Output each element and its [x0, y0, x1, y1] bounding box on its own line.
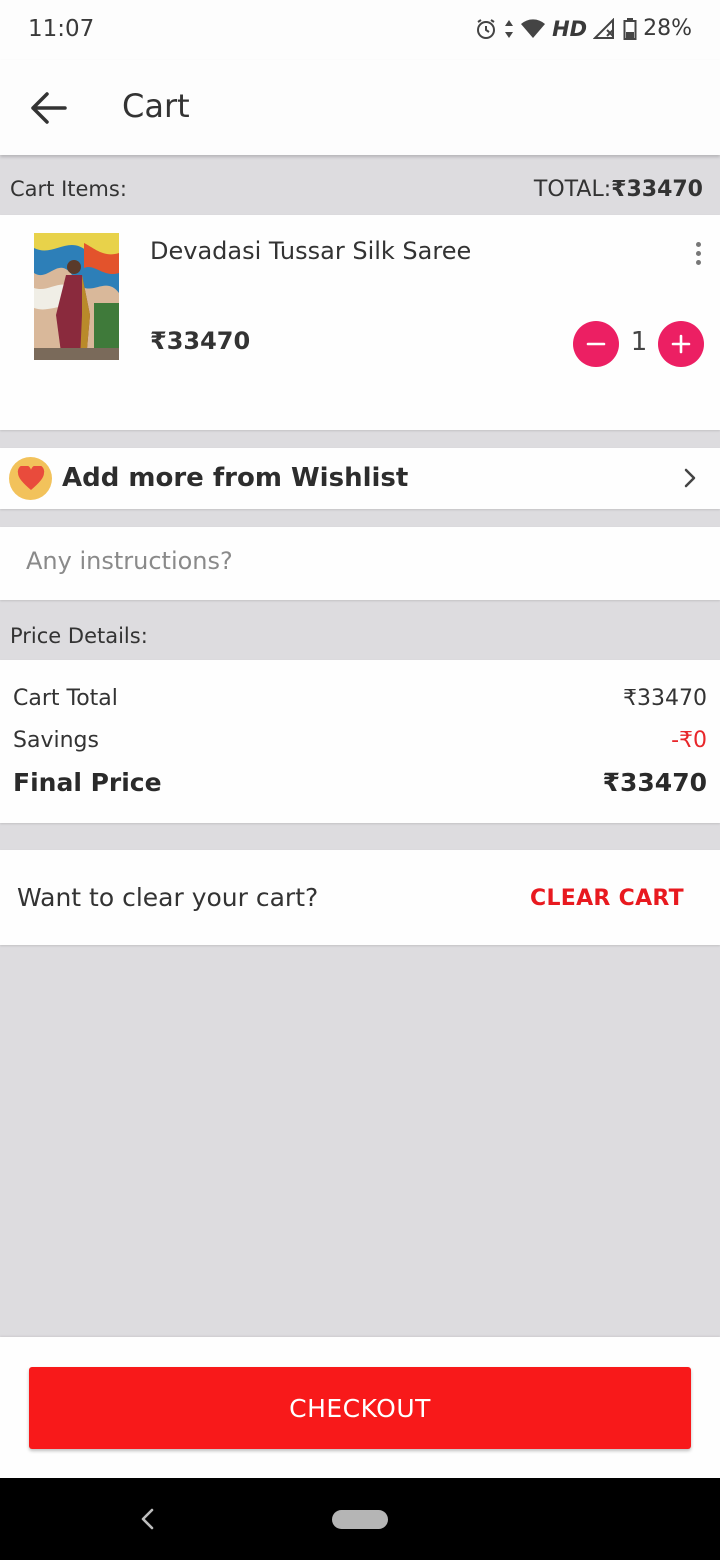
increase-quantity-button[interactable]	[658, 321, 704, 367]
price-details-label: Price Details:	[10, 624, 148, 648]
status-bar: 11:07 HD 28%	[0, 0, 720, 60]
cart-total-value: ₹33470	[623, 686, 707, 711]
back-button[interactable]	[22, 82, 74, 134]
page-title: Cart	[122, 87, 190, 125]
cart-total-label: Cart Total	[13, 686, 118, 711]
app-bar: Cart	[0, 60, 720, 155]
product-name[interactable]: Devadasi Tussar Silk Saree	[150, 237, 471, 265]
chevron-right-icon	[684, 468, 696, 488]
wishlist-label: Add more from Wishlist	[62, 463, 409, 493]
data-arrows-icon	[505, 19, 514, 38]
network-type: HD	[552, 16, 588, 41]
cart-items-header: Cart Items: TOTAL:₹33470	[0, 170, 720, 208]
quantity-value: 1	[630, 327, 648, 357]
cart-items-label: Cart Items:	[10, 177, 127, 201]
wifi-icon	[521, 18, 546, 38]
product-image[interactable]	[34, 233, 119, 360]
price-details-card: Cart Total ₹33470 Savings -₹0 Final Pric…	[0, 660, 720, 823]
instructions-input[interactable]	[26, 547, 686, 575]
savings-value: -₹0	[671, 728, 707, 753]
total-prefix: TOTAL:	[533, 176, 612, 202]
plus-icon	[671, 334, 691, 354]
savings-label: Savings	[13, 728, 99, 753]
nav-back-icon[interactable]	[133, 1504, 163, 1534]
clear-cart-card: Want to clear your cart? CLEAR CART	[0, 850, 720, 945]
decrease-quantity-button[interactable]	[573, 321, 619, 367]
more-options-icon[interactable]	[686, 237, 710, 269]
minus-icon	[586, 342, 606, 346]
checkout-button[interactable]: CHECKOUT	[29, 1367, 691, 1449]
clear-cart-prompt: Want to clear your cart?	[17, 883, 319, 912]
final-price-value: ₹33470	[602, 768, 707, 797]
arrow-left-icon	[31, 92, 67, 124]
signal-icon	[593, 17, 615, 39]
final-price-label: Final Price	[13, 768, 162, 797]
battery-icon	[623, 17, 637, 40]
cart-total-summary: TOTAL:₹33470	[534, 177, 703, 202]
nav-home-pill[interactable]	[332, 1510, 388, 1529]
status-time: 11:07	[28, 16, 95, 42]
clear-cart-button[interactable]: CLEAR CART	[530, 886, 684, 911]
battery-level: 28%	[643, 16, 692, 41]
alarm-icon	[477, 18, 496, 39]
savings-row: Savings -₹0	[13, 728, 707, 753]
cart-item: Devadasi Tussar Silk Saree ₹33470 1	[0, 215, 720, 430]
product-price: ₹33470	[150, 327, 251, 355]
final-price-row: Final Price ₹33470	[13, 768, 707, 797]
heart-icon	[9, 457, 52, 500]
total-value: ₹33470	[611, 176, 703, 202]
cart-total-row: Cart Total ₹33470	[13, 686, 707, 711]
status-icons: HD 28%	[474, 16, 692, 41]
price-details-header: Price Details:	[0, 617, 720, 655]
checkout-panel: CHECKOUT	[0, 1337, 720, 1478]
instructions-card	[0, 527, 720, 600]
add-from-wishlist-button[interactable]: Add more from Wishlist	[0, 448, 720, 509]
